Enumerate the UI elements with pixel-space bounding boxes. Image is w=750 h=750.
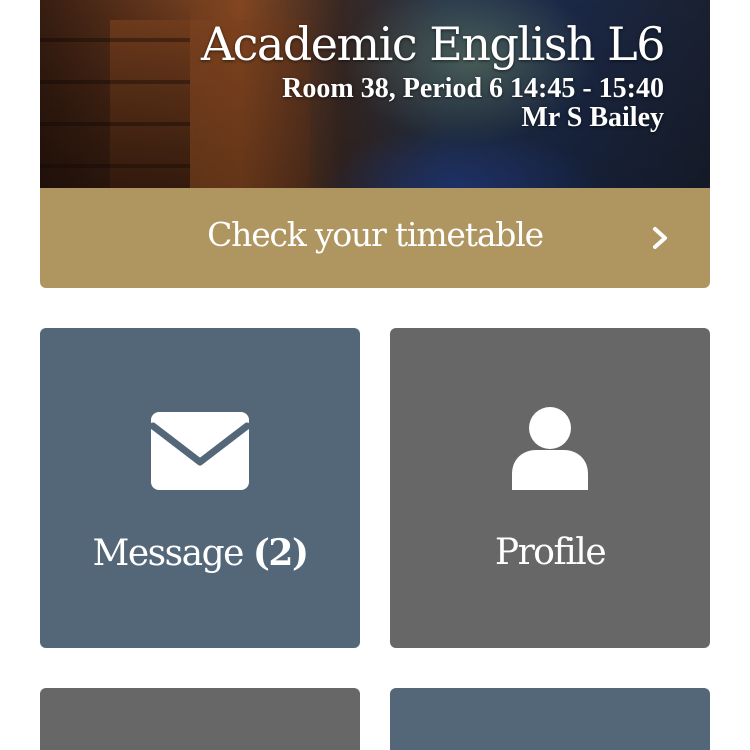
dashboard-tile-4[interactable]	[390, 688, 710, 750]
user-icon	[512, 407, 588, 490]
message-label: Message	[92, 533, 244, 574]
dashboard: Academic English L6 Room 38, Period 6 14…	[0, 0, 750, 750]
profile-tile-label: Profile	[494, 532, 607, 573]
lesson-room-period-time: Room 38, Period 6 14:45 - 15:40	[282, 73, 664, 104]
message-tile-label: Message (2)	[40, 528, 360, 579]
message-tile[interactable]: Message (2)	[40, 328, 360, 648]
message-count-badge: (2)	[252, 532, 309, 574]
check-timetable-label: Check your timetable	[207, 215, 544, 254]
profile-tile[interactable]: Profile	[390, 328, 710, 648]
current-lesson-banner[interactable]: Academic English L6 Room 38, Period 6 14…	[40, 0, 710, 188]
dashboard-tile-3[interactable]	[40, 688, 360, 750]
check-timetable-button[interactable]: Check your timetable	[40, 188, 710, 288]
lesson-details: Academic English L6 Room 38, Period 6 14…	[200, 14, 666, 133]
lesson-teacher: Mr S Bailey	[521, 102, 664, 133]
lesson-title: Academic English L6	[200, 17, 666, 71]
envelope-icon	[151, 412, 249, 490]
chevron-right-icon	[653, 227, 667, 249]
